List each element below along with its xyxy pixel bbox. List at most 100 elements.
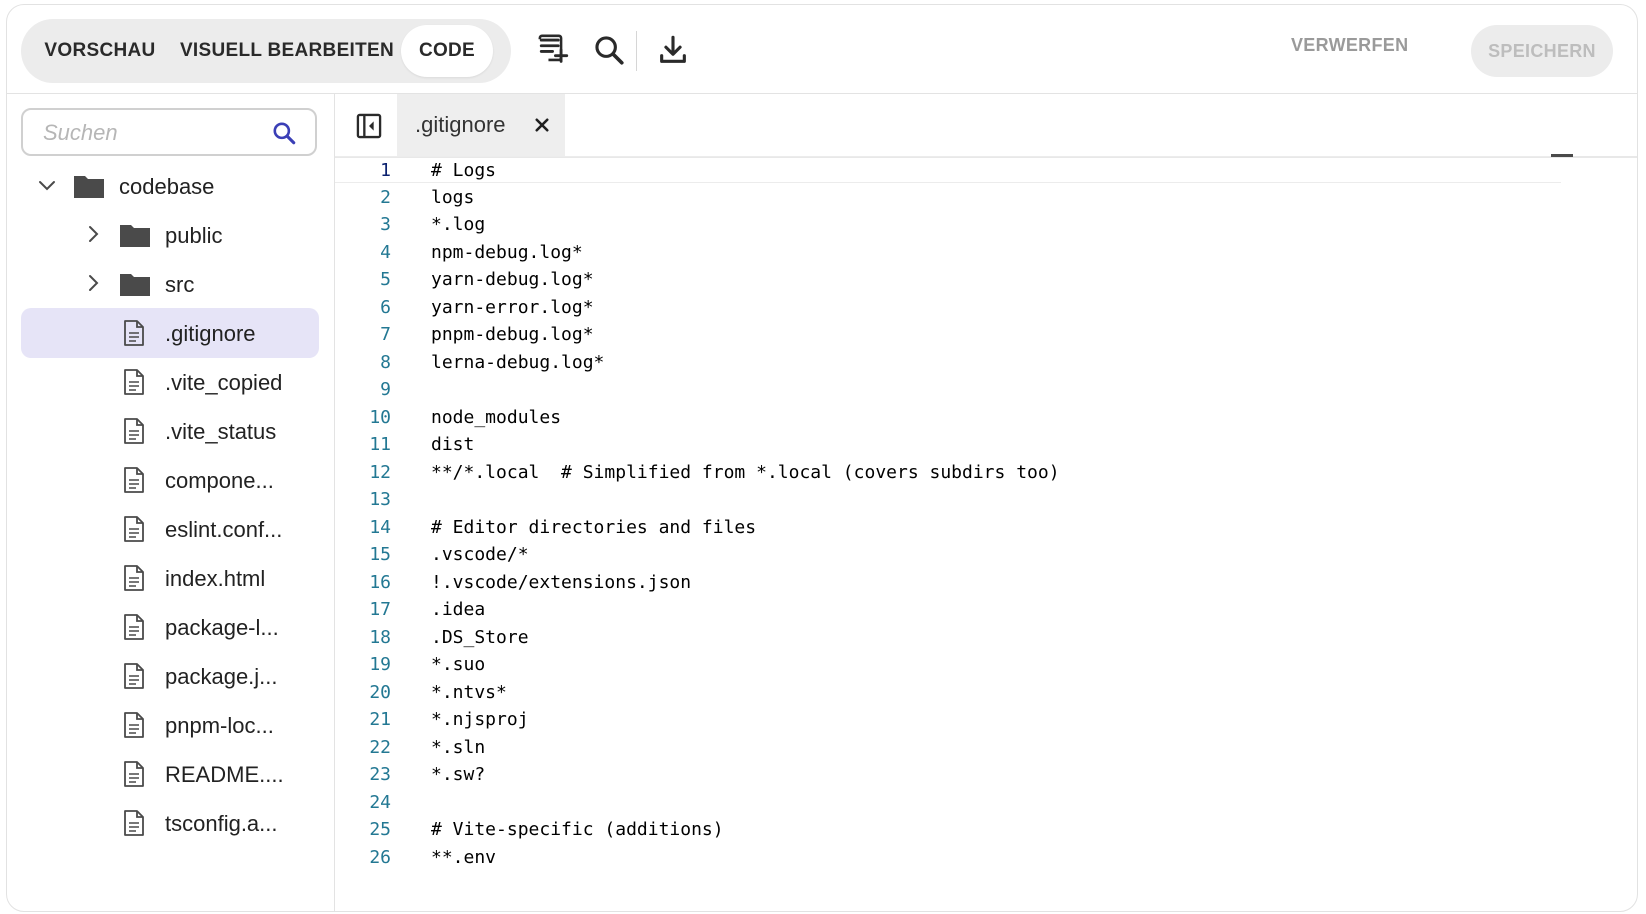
line-number: 17 (369, 599, 391, 620)
code-line[interactable]: 26 **.env (335, 844, 1545, 871)
line-number: 2 (380, 186, 391, 208)
tree-item-label: .vite_status (165, 419, 277, 444)
file-item-tsconfig-a[interactable]: tsconfig.a... (21, 798, 319, 848)
code-line[interactable]: 21 *.njsproj (335, 706, 1545, 733)
file-item-eslint-conf[interactable]: eslint.conf... (21, 504, 319, 554)
line-number: 1 (380, 160, 391, 181)
code-line[interactable]: 4 npm-debug.log* (335, 239, 1545, 266)
line-number: 10 (369, 406, 391, 428)
code-line[interactable]: 12 **/*.local # Simplified from *.local (… (335, 459, 1545, 486)
line-text: *.njsproj (431, 709, 529, 730)
code-line[interactable]: 22 *.sln (335, 734, 1545, 761)
tree-item-label: package.j... (165, 664, 278, 689)
file-icon (123, 810, 145, 836)
code-line[interactable]: 20 *.ntvs* (335, 679, 1545, 706)
save-button[interactable]: SPEICHERN (1471, 25, 1613, 77)
file-item-vite-status[interactable]: .vite_status (21, 406, 319, 456)
line-text: logs (431, 186, 475, 208)
line-number: 26 (369, 846, 391, 868)
mode-preview-button[interactable]: VORSCHAU (29, 25, 171, 77)
file-item-pnpm-loc[interactable]: pnpm-loc... (21, 700, 319, 750)
file-item-package-j[interactable]: package.j... (21, 651, 319, 701)
search-icon[interactable] (592, 33, 626, 67)
tree-item-label: pnpm-loc... (165, 713, 274, 738)
close-icon[interactable] (533, 116, 551, 134)
code-line[interactable]: 18 .DS_Store (335, 624, 1545, 651)
tree-item-label: compone... (165, 468, 274, 493)
code-line[interactable]: 15 .vscode/* (335, 541, 1545, 568)
line-number: 19 (369, 654, 391, 675)
line-text: *.ntvs* (431, 681, 507, 703)
mode-switcher: VORSCHAU VISUELL BEARBEITEN CODE (21, 19, 511, 83)
line-text: .idea (431, 599, 486, 620)
download-icon[interactable] (656, 33, 690, 67)
folder-icon (73, 173, 105, 199)
code-line[interactable]: 8 lerna-debug.log* (335, 349, 1545, 376)
file-icon (123, 712, 145, 738)
code-line[interactable]: 13 (335, 486, 1545, 513)
tree-item-label: codebase (119, 174, 215, 199)
file-item-gitignore[interactable]: .gitignore (21, 308, 319, 358)
toggle-sidebar-icon[interactable] (355, 112, 383, 140)
code-line[interactable]: 11 dist (335, 431, 1545, 458)
line-number: 16 (369, 571, 391, 593)
file-item-package-l[interactable]: package-l... (21, 602, 319, 652)
discard-button[interactable]: VERWERFEN (1291, 35, 1408, 56)
line-number: 7 (380, 324, 391, 345)
file-item-compone[interactable]: compone... (21, 455, 319, 505)
code-line[interactable]: 14 # Editor directories and files (335, 514, 1545, 541)
code-area[interactable]: 1 # Logs 2 logs 3 *.log 4 npm-debug.log* 5 yarn-d… (335, 156, 1637, 911)
folder-icon (119, 222, 151, 248)
code-line[interactable]: 7 pnpm-debug.log* (335, 321, 1545, 348)
folder-item-codebase[interactable]: codebase (21, 161, 319, 211)
file-icon (123, 761, 145, 787)
line-number: 24 (369, 791, 391, 813)
chevron-down-icon[interactable] (37, 175, 57, 195)
code-line[interactable]: 16 !.vscode/extensions.json (335, 569, 1545, 596)
code-line[interactable]: 19 *.suo (335, 651, 1545, 678)
code-editor: .gitignore 1 # Logs 2 logs 3 *.log 4 npm-debug.… (335, 94, 1637, 911)
mode-code-button[interactable]: CODE (401, 25, 493, 77)
code-line[interactable]: 17 .idea (335, 596, 1545, 623)
line-number: 15 (369, 544, 391, 565)
line-number: 13 (369, 489, 391, 510)
code-line[interactable]: 5 yarn-debug.log* (335, 266, 1545, 293)
add-file-icon[interactable] (537, 33, 571, 67)
folder-item-public[interactable]: public (21, 210, 319, 260)
line-number: 23 (369, 764, 391, 785)
line-text: !.vscode/extensions.json (431, 571, 692, 593)
tree-item-label: src (165, 272, 195, 297)
code-line[interactable]: 2 logs (335, 184, 1545, 211)
chevron-right-icon[interactable] (83, 273, 103, 293)
mode-visual-edit-button[interactable]: VISUELL BEARBEITEN (177, 25, 397, 77)
file-item-index-html[interactable]: index.html (21, 553, 319, 603)
code-line[interactable]: 3 *.log (335, 211, 1545, 238)
code-line[interactable]: 9 (335, 376, 1545, 403)
file-item-readme[interactable]: README.... (21, 749, 319, 799)
editor-tab-label: .gitignore (415, 112, 506, 137)
file-icon (123, 663, 145, 689)
file-item-vite-copied[interactable]: .vite_copied (21, 357, 319, 407)
tree-item-label: tsconfig.a... (165, 811, 278, 836)
code-line[interactable]: 10 node_modules (335, 404, 1545, 431)
code-line[interactable]: 23 *.sw? (335, 761, 1545, 788)
code-line[interactable]: 25 # Vite-specific (additions) (335, 816, 1545, 843)
file-explorer: codebase public src .gitignore .vite_copied.… (7, 94, 335, 911)
code-line[interactable]: 6 yarn-error.log* (335, 294, 1545, 321)
app-window: VORSCHAU VISUELL BEARBEITEN CODE VERWERF… (6, 4, 1638, 912)
folder-item-src[interactable]: src (21, 259, 319, 309)
code-line[interactable]: 1 # Logs (335, 156, 1561, 183)
tree-item-label: .vite_copied (165, 370, 283, 395)
file-search-input[interactable] (41, 118, 265, 148)
line-text: **.env (431, 846, 497, 868)
line-number: 4 (380, 241, 391, 263)
editor-tab-gitignore[interactable]: .gitignore (397, 94, 565, 156)
chevron-right-icon[interactable] (83, 224, 103, 244)
line-text: lerna-debug.log* (431, 351, 605, 373)
file-icon (123, 565, 145, 591)
code-line[interactable]: 24 (335, 789, 1545, 816)
file-search (21, 108, 317, 156)
line-text: yarn-error.log* (431, 296, 594, 318)
search-icon[interactable] (271, 120, 297, 146)
line-text: **/*.local # Simplified from *.local (co… (431, 461, 1060, 483)
